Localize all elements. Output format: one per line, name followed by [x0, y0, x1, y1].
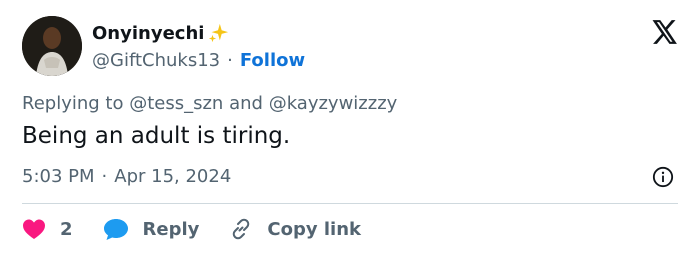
tweet-time[interactable]: 5:03 PM	[22, 166, 95, 187]
replying-conjunction: and	[229, 93, 263, 114]
link-icon	[233, 218, 250, 240]
tweet-date[interactable]: Apr 15, 2024	[114, 166, 231, 187]
separator-dot: ·	[227, 49, 233, 71]
copy-link-label: Copy link	[267, 218, 361, 240]
action-bar: 2 Reply Copy link	[22, 216, 361, 242]
follow-button[interactable]: Follow	[240, 50, 305, 71]
divider	[22, 203, 678, 204]
avatar[interactable]	[22, 16, 82, 76]
info-icon[interactable]	[652, 166, 674, 188]
replying-prefix: Replying to	[22, 93, 124, 114]
tweet-timestamp[interactable]: 5:03 PM · Apr 15, 2024	[22, 166, 231, 187]
like-count: 2	[60, 218, 73, 240]
display-name[interactable]: Onyinyechi	[92, 23, 204, 44]
heart-icon	[23, 219, 45, 239]
replying-to: Replying to @tess_szn and @kayzywizzzy	[22, 93, 397, 114]
reply-button[interactable]: Reply	[103, 217, 200, 241]
user-handle[interactable]: @GiftChuks13	[92, 50, 220, 71]
like-button[interactable]: 2	[22, 218, 73, 240]
mention-link-1[interactable]: @tess_szn	[129, 93, 223, 114]
chat-bubble-icon	[103, 219, 128, 240]
mention-link-2[interactable]: @kayzywizzzy	[269, 93, 398, 114]
sparkles-icon	[209, 23, 229, 43]
separator-dot: ·	[101, 166, 108, 187]
tweet-text: Being an adult is tiring.	[22, 123, 291, 149]
reply-label: Reply	[142, 218, 200, 240]
x-logo-icon[interactable]	[652, 20, 678, 44]
copy-link-button[interactable]: Copy link	[229, 217, 361, 241]
